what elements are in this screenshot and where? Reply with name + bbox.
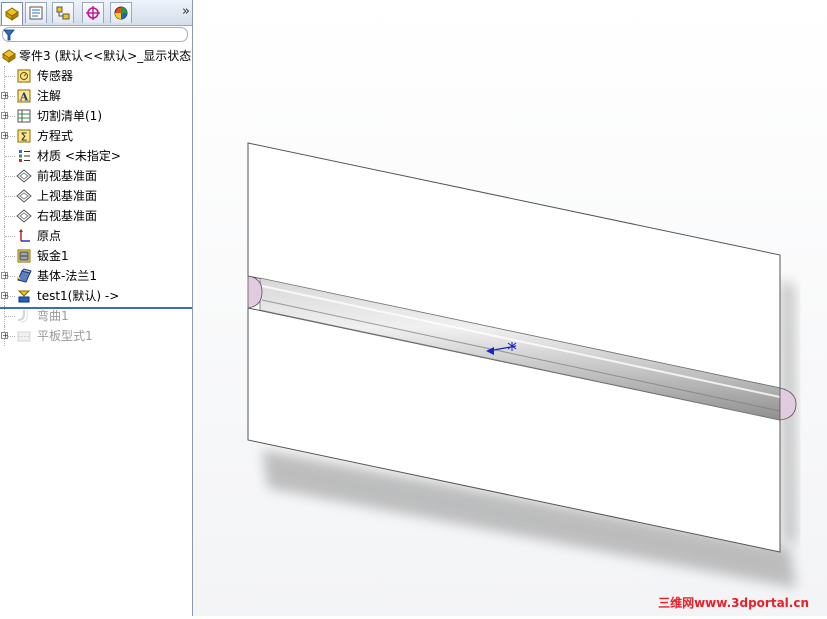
svg-text:Σ: Σ	[21, 131, 28, 144]
watermark-text: 三维网www.3dportal.cn	[658, 596, 809, 610]
tree-item[interactable]: 原点	[0, 226, 192, 246]
tree-item-label: 钣金1	[37, 249, 69, 263]
base-flange-icon	[16, 268, 32, 284]
material-icon	[16, 148, 32, 164]
flat-pattern-icon	[16, 328, 32, 344]
display-manager-tab[interactable]	[110, 2, 132, 23]
plane-icon	[16, 208, 32, 224]
tree-connector-stub	[5, 216, 15, 217]
sensor-icon	[16, 68, 32, 84]
tree-item[interactable]: 上视基准面	[0, 186, 192, 206]
manager-tab-bar: »	[0, 0, 192, 26]
origin-icon	[16, 228, 32, 244]
featuremanager-tab[interactable]	[1, 2, 23, 25]
tree-connector-stub	[5, 156, 15, 157]
tree-item-label: 基体-法兰1	[37, 269, 97, 283]
display-manager-tab-icon	[114, 6, 128, 20]
expand-toggle-icon[interactable]: +	[1, 132, 9, 140]
part-icon	[1, 48, 17, 64]
sheet-model[interactable]	[193, 0, 827, 616]
tree-item-label: 材质 <未指定>	[37, 149, 121, 163]
tree-item[interactable]: 前视基准面	[0, 166, 192, 186]
feature-filter-input[interactable]	[2, 27, 188, 42]
tree-item-label: 切割清单(1)	[37, 109, 102, 123]
tree-item-label: 注解	[37, 89, 62, 103]
tree-item-label: 右视基准面	[37, 209, 98, 223]
tree-item[interactable]: + Σ 方程式	[0, 126, 192, 146]
tree-item-label: 零件3 (默认<<默认>_显示状态	[19, 49, 192, 63]
tree-connector-stub	[5, 76, 15, 77]
featuremanager-tab-icon	[5, 7, 19, 21]
tree-item-label: 方程式	[37, 129, 74, 143]
configurationmanager-tab-icon	[56, 6, 70, 20]
library-feature-icon	[16, 288, 32, 304]
expand-toggle-icon[interactable]: +	[1, 332, 9, 340]
propertymanager-tab[interactable]	[25, 2, 47, 23]
configurationmanager-tab[interactable]	[52, 2, 74, 23]
equation-icon: Σ	[16, 128, 32, 144]
tree-item[interactable]: 弯曲1	[0, 306, 192, 326]
sheetmetal-icon	[16, 248, 32, 264]
tree-item[interactable]: 材质 <未指定>	[0, 146, 192, 166]
tree-item-label: test1(默认) ->	[37, 289, 120, 303]
filter-bar	[0, 26, 192, 44]
tree-item[interactable]: 钣金1	[0, 246, 192, 266]
propertymanager-tab-icon	[29, 6, 43, 20]
feature-manager-panel: » 零件3 (默认<<默认>_显示状态传感器 + A 注解 + 切割清单(1) + Σ 方程式材…	[0, 0, 193, 616]
dimxpert-tab[interactable]	[82, 2, 104, 23]
tree-item[interactable]: + 平板型式1	[0, 326, 192, 346]
tree-connector-stub	[5, 236, 15, 237]
plane-icon	[16, 168, 32, 184]
tree-root-part[interactable]: 零件3 (默认<<默认>_显示状态	[0, 46, 192, 66]
tree-item-label: 平板型式1	[37, 329, 93, 343]
tree-connector-stub	[5, 176, 15, 177]
graphics-area[interactable]	[193, 0, 827, 616]
tree-item-label: 原点	[37, 229, 62, 243]
dimxpert-tab-icon	[86, 6, 100, 20]
expand-toggle-icon[interactable]: +	[1, 92, 9, 100]
svg-text:A: A	[19, 91, 29, 104]
expand-toggle-icon[interactable]: +	[1, 112, 9, 120]
tree-item[interactable]: + 切割清单(1)	[0, 106, 192, 126]
bend-icon	[16, 308, 32, 324]
annotation-icon: A	[16, 88, 32, 104]
tree-connector-stub	[5, 196, 15, 197]
tree-item-label: 传感器	[37, 69, 74, 83]
tree-item-label: 前视基准面	[37, 169, 98, 183]
tree-item-label: 弯曲1	[37, 309, 69, 323]
tree-item[interactable]: + 基体-法兰1	[0, 266, 192, 286]
tree-connector-stub	[5, 256, 15, 257]
filter-icon[interactable]	[3, 29, 15, 41]
tree-item[interactable]: + test1(默认) ->	[0, 286, 192, 306]
more-tabs-chevron-icon[interactable]: »	[182, 4, 190, 19]
tree-item[interactable]: 右视基准面	[0, 206, 192, 226]
expand-toggle-icon[interactable]: +	[1, 272, 9, 280]
feature-tree: 零件3 (默认<<默认>_显示状态传感器 + A 注解 + 切割清单(1) + Σ 方程式材质 …	[0, 46, 192, 346]
cutlist-icon	[16, 108, 32, 124]
tree-item[interactable]: + A 注解	[0, 86, 192, 106]
tree-connector-stub	[5, 316, 15, 317]
tree-item[interactable]: 传感器	[0, 66, 192, 86]
plane-icon	[16, 188, 32, 204]
expand-toggle-icon[interactable]: +	[1, 292, 9, 300]
tree-item-label: 上视基准面	[37, 189, 98, 203]
rollback-bar[interactable]	[0, 307, 192, 309]
